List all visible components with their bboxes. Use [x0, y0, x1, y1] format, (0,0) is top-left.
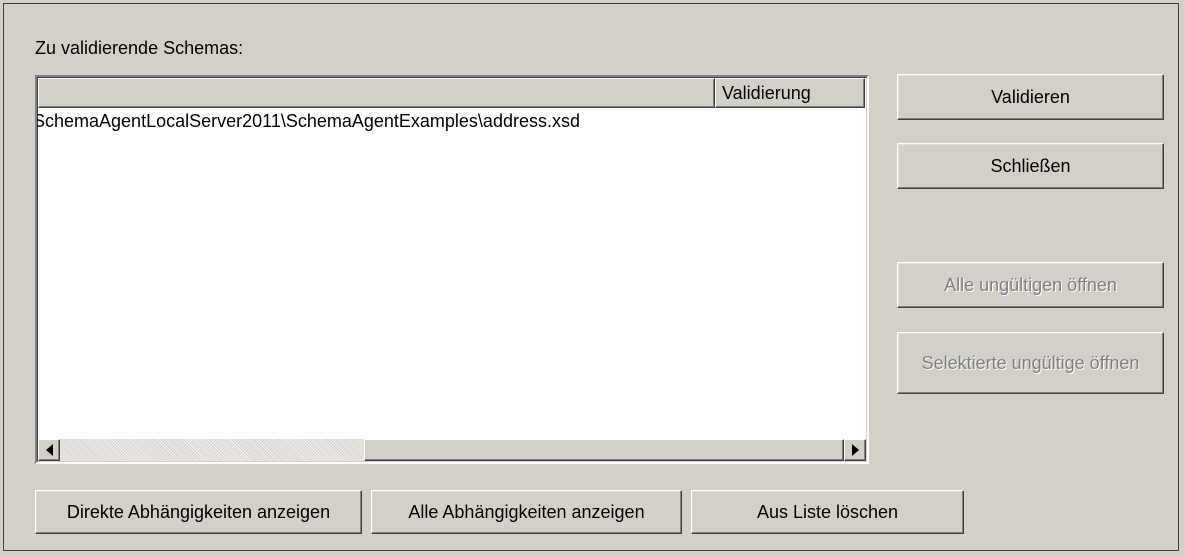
scroll-right-arrow-icon	[851, 444, 859, 456]
column-header-validation[interactable]: Validierung	[715, 78, 865, 108]
scroll-right-button[interactable]	[844, 439, 866, 461]
show-all-dependencies-button[interactable]: Alle Abhängigkeiten anzeigen	[371, 490, 682, 534]
open-selected-invalid-button[interactable]: Selektierte ungültige öffnen	[897, 332, 1164, 394]
schema-list-body: \SchemaAgentLocalServer2011\SchemaAgentE…	[35, 108, 866, 430]
scroll-left-button[interactable]	[38, 439, 60, 461]
list-item[interactable]: \SchemaAgentLocalServer2011\SchemaAgentE…	[35, 111, 580, 132]
column-header-path[interactable]	[38, 78, 715, 108]
scroll-left-arrow-icon	[45, 444, 53, 456]
schema-list-header: Validierung	[38, 78, 866, 108]
scrollbar-track[interactable]	[60, 439, 844, 461]
open-all-invalid-button[interactable]: Alle ungültigen öffnen	[897, 262, 1164, 308]
schema-list[interactable]: Validierung \SchemaAgentLocalServer2011\…	[35, 75, 869, 464]
close-button[interactable]: Schließen	[897, 143, 1164, 189]
horizontal-scrollbar[interactable]	[38, 439, 866, 461]
schemas-to-validate-label: Zu validierende Schemas:	[35, 38, 244, 58]
show-direct-dependencies-button[interactable]: Direkte Abhängigkeiten anzeigen	[35, 490, 362, 534]
remove-from-list-button[interactable]: Aus Liste löschen	[691, 490, 964, 534]
validate-button[interactable]: Validieren	[897, 74, 1164, 120]
scrollbar-thumb[interactable]	[364, 439, 844, 461]
validate-schemas-dialog: Zu validierende Schemas: Validierung \Sc…	[3, 3, 1179, 551]
schema-path: \SchemaAgentLocalServer2011\SchemaAgentE…	[35, 111, 580, 131]
